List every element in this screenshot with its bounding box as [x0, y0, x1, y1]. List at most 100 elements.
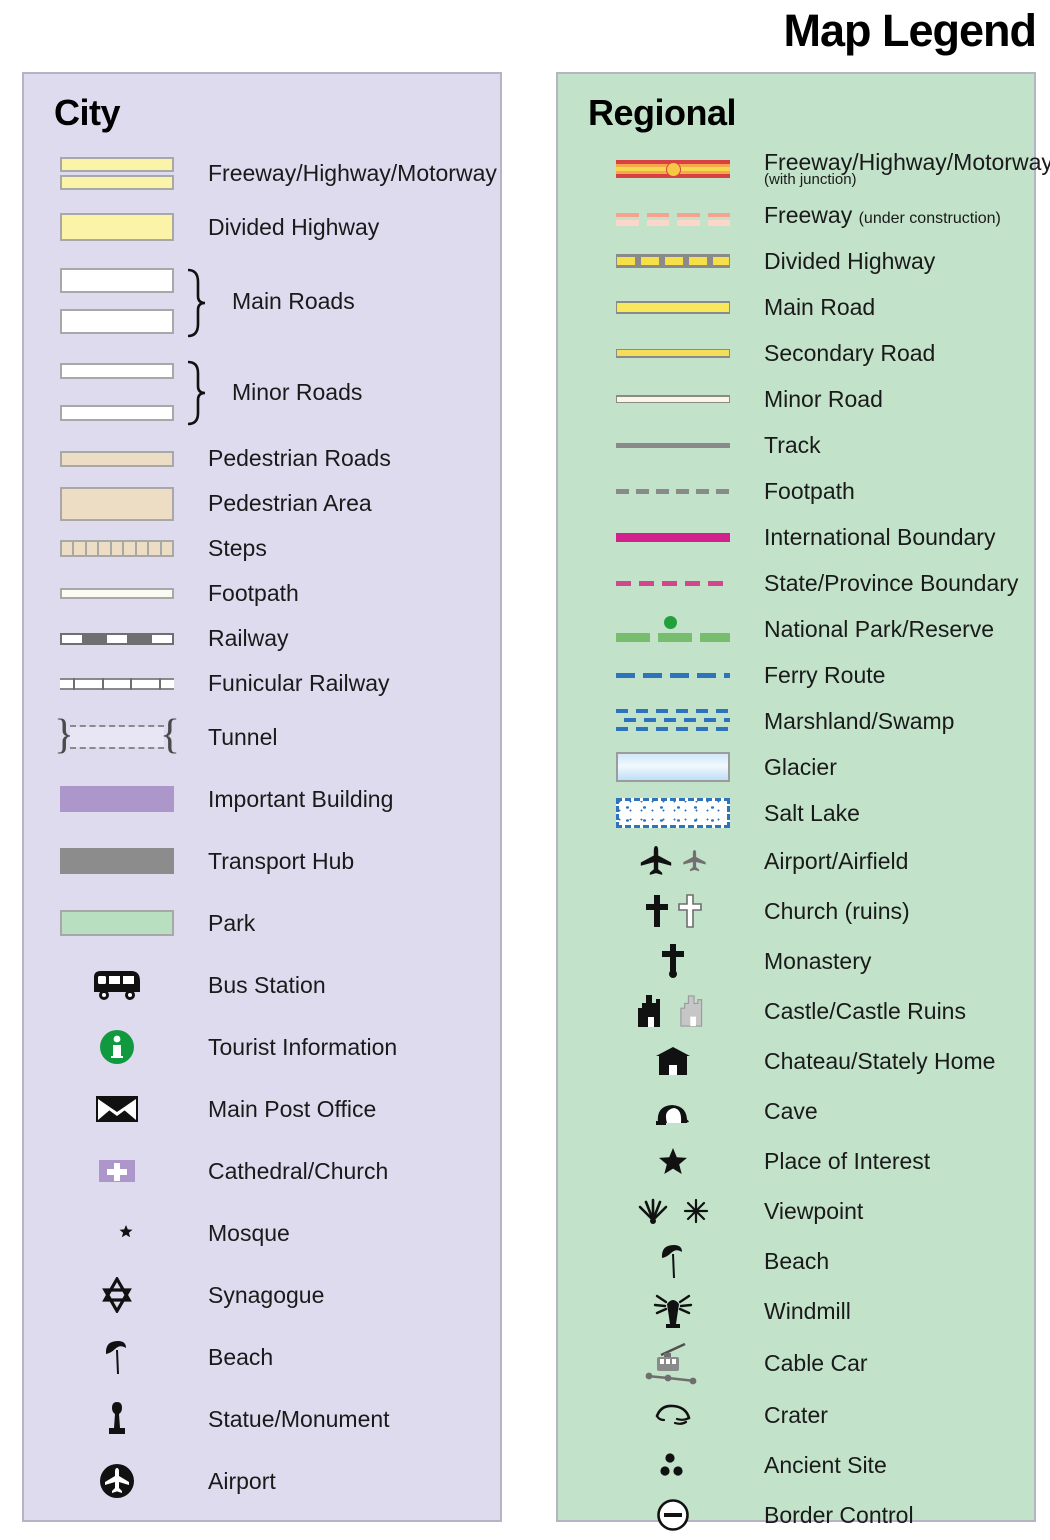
- legend-row-regional-beach[interactable]: Beach: [558, 1236, 1034, 1286]
- legend-row-city-post-office[interactable]: Main Post Office: [24, 1078, 500, 1140]
- legend-row-city-park[interactable]: Park: [24, 892, 500, 954]
- legend-row-city-pedestrian-area[interactable]: Pedestrian Area: [24, 481, 500, 526]
- legend-label: Windmill: [764, 1297, 851, 1324]
- legend-row-city-important-building[interactable]: Important Building: [24, 768, 500, 830]
- legend-label: Cable Car: [764, 1349, 868, 1376]
- legend-row-city-transport-hub[interactable]: Transport Hub: [24, 830, 500, 892]
- legend-row-city-statue[interactable]: Statue/Monument: [24, 1388, 500, 1450]
- legend-label: Glacier: [764, 753, 837, 780]
- crescent-star-icon: [42, 1215, 192, 1251]
- legend-row-city-steps[interactable]: Steps: [24, 526, 500, 571]
- legend-label: Funicular Railway: [208, 670, 390, 697]
- information-icon: [42, 1027, 192, 1067]
- legend-label: Minor Road: [764, 385, 883, 412]
- legend-row-regional-divided-highway[interactable]: Divided Highway: [558, 238, 1034, 284]
- legend-row-monastery[interactable]: Monastery: [558, 936, 1034, 986]
- legend-row-city-divided-highway[interactable]: Divided Highway: [24, 200, 500, 254]
- legend-row-crater[interactable]: Crater: [558, 1390, 1034, 1440]
- marshland-swatch: [598, 708, 748, 734]
- legend-label: Pedestrian Roads: [208, 445, 391, 472]
- legend-label-text: Freeway: [764, 201, 859, 228]
- city-steps-swatch: [42, 540, 192, 557]
- legend-label: Chateau/Stately Home: [764, 1047, 996, 1074]
- legend-label: Ancient Site: [764, 1451, 887, 1478]
- legend-row-marshland[interactable]: Marshland/Swamp: [558, 698, 1034, 744]
- legend-row-regional-secondary-road[interactable]: Secondary Road: [558, 330, 1034, 376]
- legend-row-regional-minor-road[interactable]: Minor Road: [558, 376, 1034, 422]
- legend-row-city-beach[interactable]: Beach: [24, 1326, 500, 1388]
- legend-row-city-tunnel[interactable]: } { Tunnel: [24, 706, 500, 768]
- legend-row-city-mosque[interactable]: Mosque: [24, 1202, 500, 1264]
- legend-label: Railway: [208, 625, 289, 652]
- legend-row-city-airport[interactable]: Airport: [24, 1450, 500, 1512]
- legend-row-ferry-route[interactable]: Ferry Route: [558, 652, 1034, 698]
- monastery-cross-icon: [598, 943, 748, 979]
- legend-row-regional-main-road[interactable]: Main Road: [558, 284, 1034, 330]
- city-park-swatch: [42, 910, 192, 936]
- legend-label: Statue/Monument: [208, 1405, 390, 1432]
- legend-row-city-pedestrian-roads[interactable]: Pedestrian Roads: [24, 436, 500, 481]
- legend-label: Airport/Airfield: [764, 847, 909, 874]
- windmill-icon: [598, 1292, 748, 1330]
- legend-row-chateau[interactable]: Chateau/Stately Home: [558, 1036, 1034, 1086]
- legend-row-salt-lake[interactable]: Salt Lake: [558, 790, 1034, 836]
- city-main-roads-swatch: [42, 268, 192, 334]
- legend-row-regional-freeway-uc[interactable]: Freeway (under construction): [558, 192, 1034, 238]
- legend-row-city-minor-roads[interactable]: Minor Roads: [24, 348, 500, 436]
- legend-row-city-funicular[interactable]: Funicular Railway: [24, 661, 500, 706]
- legend-row-castle[interactable]: Castle/Castle Ruins: [558, 986, 1034, 1036]
- legend-row-cave[interactable]: Cave: [558, 1086, 1034, 1136]
- legend-label: Important Building: [208, 785, 394, 812]
- legend-row-national-park[interactable]: National Park/Reserve: [558, 606, 1034, 652]
- legend-row-city-tourist-info[interactable]: Tourist Information: [24, 1016, 500, 1078]
- legend-row-city-synagogue[interactable]: Synagogue: [24, 1264, 500, 1326]
- brace-icon: [184, 268, 206, 343]
- legend-row-city-cathedral[interactable]: Cathedral/Church: [24, 1140, 500, 1202]
- legend-row-regional-freeway[interactable]: Freeway/Highway/Motorway (with junction): [558, 146, 1050, 192]
- city-pedestrian-area-swatch: [42, 486, 192, 521]
- city-footpath-swatch: [42, 588, 192, 599]
- legend-row-airport-airfield[interactable]: Airport/Airfield: [558, 836, 1034, 886]
- city-tunnel-swatch: } {: [54, 712, 180, 758]
- brace-icon: [184, 360, 206, 431]
- legend-label: Transport Hub: [208, 847, 355, 874]
- city-minor-roads-swatch: [42, 363, 192, 421]
- legend-label: Cave: [764, 1097, 818, 1124]
- legend-row-regional-track[interactable]: Track: [558, 422, 1034, 468]
- city-freeway-swatch: [42, 156, 192, 190]
- legend-row-city-freeway[interactable]: Freeway/Highway/Motorway: [24, 146, 500, 200]
- city-transport-hub-swatch: [42, 848, 192, 874]
- legend-label: Freeway (under construction): [748, 203, 1001, 228]
- legend-label: Main Post Office: [208, 1095, 377, 1122]
- legend-row-ancient-site[interactable]: Ancient Site: [558, 1440, 1034, 1490]
- legend-label: Freeway/Highway/Motorway (with junction): [748, 150, 1050, 188]
- cave-icon: [598, 1096, 748, 1126]
- legend-row-city-railway[interactable]: Railway: [24, 616, 500, 661]
- legend-row-windmill[interactable]: Windmill: [558, 1286, 1034, 1336]
- legend-row-church-ruins[interactable]: Church (ruins): [558, 886, 1034, 936]
- crater-icon: [598, 1402, 748, 1428]
- legend-row-international-boundary[interactable]: International Boundary: [558, 514, 1034, 560]
- legend-label: Synagogue: [208, 1281, 325, 1308]
- regional-main-road-line: [598, 300, 748, 314]
- national-park-line: [598, 616, 748, 642]
- viewpoint-pair-icon: [598, 1198, 748, 1224]
- legend-row-city-footpath[interactable]: Footpath: [24, 571, 500, 616]
- legend-label: Castle/Castle Ruins: [764, 997, 966, 1024]
- legend-row-viewpoint[interactable]: Viewpoint: [558, 1186, 1034, 1236]
- regional-freeway-uc-line: [598, 206, 748, 226]
- regional-legend-list: Freeway/Highway/Motorway (with junction)…: [558, 146, 1050, 1540]
- legend-label: Church (ruins): [764, 897, 910, 924]
- legend-label: Pedestrian Area: [208, 490, 372, 517]
- legend-row-cable-car[interactable]: Cable Car: [558, 1336, 1034, 1390]
- legend-row-state-boundary[interactable]: State/Province Boundary: [558, 560, 1034, 606]
- city-pedestrian-road-swatch: [42, 450, 192, 467]
- legend-row-city-main-roads[interactable]: Main Roads: [24, 254, 500, 348]
- legend-row-regional-footpath[interactable]: Footpath: [558, 468, 1034, 514]
- legend-label: National Park/Reserve: [764, 615, 995, 642]
- legend-row-place-of-interest[interactable]: Place of Interest: [558, 1136, 1034, 1186]
- legend-row-city-bus-station[interactable]: Bus Station: [24, 954, 500, 1016]
- legend-label: Track: [764, 431, 821, 458]
- legend-label: Mosque: [208, 1219, 290, 1246]
- legend-row-glacier[interactable]: Glacier: [558, 744, 1034, 790]
